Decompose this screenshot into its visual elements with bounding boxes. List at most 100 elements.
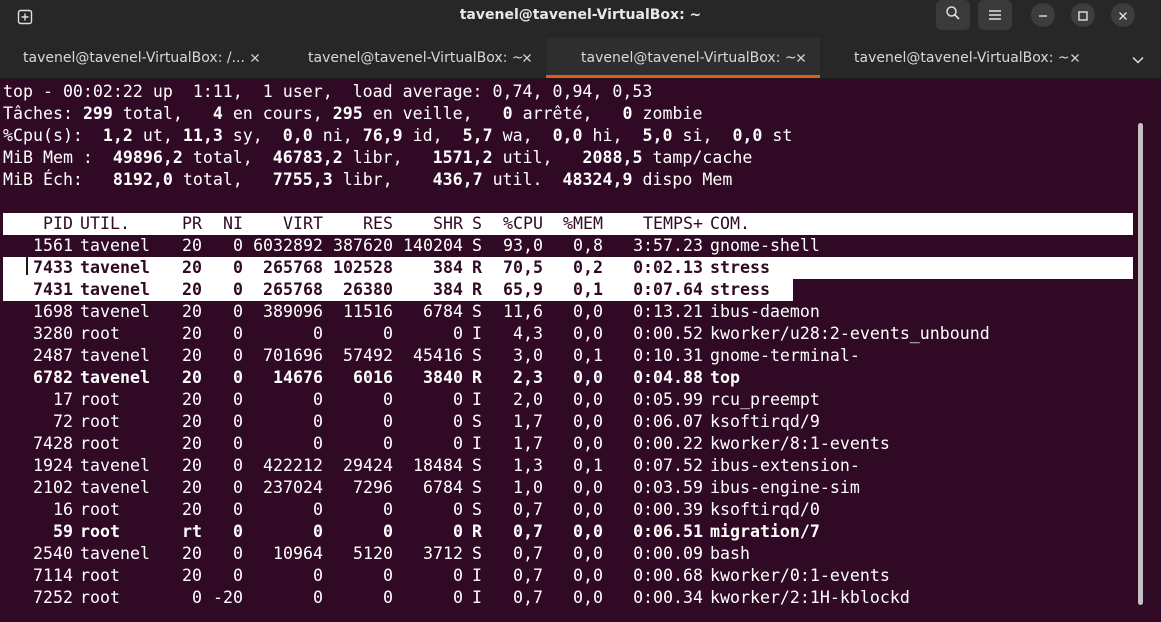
cell-res: 387620	[333, 236, 393, 255]
cell-s: S	[472, 544, 482, 563]
cell-s: S	[472, 236, 482, 255]
cell-cpu: 1,3	[513, 456, 543, 475]
tabs-menu-button[interactable]	[1129, 50, 1147, 66]
column-header-cpu: %CPU	[503, 214, 543, 233]
cell-pr: 20	[182, 566, 202, 585]
close-icon[interactable]	[247, 50, 263, 66]
search-button[interactable]	[936, 0, 970, 30]
cell-virt: 0	[313, 566, 323, 585]
cell-s: I	[472, 434, 482, 453]
table-row[interactable]: 7428 root 20 0 0 0 0 I 1,7 0,0 0:00.22 kworker/8:1-…	[3, 433, 1133, 455]
cell-ni: 0	[233, 346, 243, 365]
cell-time: 0:00.68	[633, 566, 703, 585]
table-row[interactable]: 1698 tavenel 20 0 389096 11516 6784 S 11,6 0,0 0:1…	[3, 301, 1133, 323]
cell-res: 6016	[353, 368, 393, 387]
table-row[interactable]: 7252 root 0 -20 0 0 0 I 0,7 0,0 0:00.34 kworker/2:1…	[3, 587, 1133, 609]
cell-virt: 389096	[263, 302, 323, 321]
cell-time: 0:06.51	[633, 522, 703, 541]
column-header-time: TEMPS+	[643, 214, 703, 233]
table-row[interactable]: 7433 tavenel 20 0 265768 102528 384 R 70,5 0,2 0:0…	[3, 257, 1133, 279]
cell-s: I	[472, 324, 482, 343]
cell-virt: 14676	[273, 368, 323, 387]
cell-ni: 0	[233, 434, 243, 453]
cell-pr: 20	[182, 258, 202, 277]
cell-res: 7296	[353, 478, 393, 497]
new-tab-button[interactable]	[12, 7, 38, 31]
cell-cmd: ibus-engine-sim	[710, 478, 860, 497]
cell-pr: 20	[182, 456, 202, 475]
cell-cpu: 93,0	[503, 236, 543, 255]
cell-user: root	[80, 566, 120, 585]
tasks-line: Tâches: 299 total, 4 en cours, 295 en ve…	[3, 104, 703, 123]
cell-pid: 3280	[33, 324, 73, 343]
table-row[interactable]: 2102 tavenel 20 0 237024 7296 6784 S 1,0 0,0 0:03.…	[3, 477, 1133, 499]
cell-mem: 0,1	[573, 346, 603, 365]
cell-shr: 3840	[423, 368, 463, 387]
cell-user: root	[80, 434, 120, 453]
close-icon[interactable]	[1067, 50, 1083, 66]
cell-pid: 7433	[33, 258, 73, 277]
cell-user: tavenel	[80, 258, 150, 277]
cell-pid: 7428	[33, 434, 73, 453]
cell-s: S	[472, 346, 482, 365]
cell-virt: 701696	[263, 346, 323, 365]
cell-pr: 20	[182, 346, 202, 365]
cell-virt: 237024	[263, 478, 323, 497]
table-row[interactable]: 17 root 20 0 0 0 0 I 2,0 0,0 0:05.99 rcu_preempt	[3, 389, 1133, 411]
cell-shr: 0	[453, 434, 463, 453]
table-row[interactable]: 6782 tavenel 20 0 14676 6016 3840 R 2,3 0,0 0:04.8…	[3, 367, 1133, 389]
cell-time: 0:07.52	[633, 456, 703, 475]
cell-time: 0:13.21	[633, 302, 703, 321]
tab-1[interactable]: tavenel@tavenel-VirtualBox: /...	[0, 38, 273, 78]
cell-ni: 0	[233, 258, 243, 277]
cell-cmd: top	[710, 368, 740, 387]
cell-cmd: stress	[710, 258, 770, 277]
table-row[interactable]: 1924 tavenel 20 0 422212 29424 18484 S 1,3 0,1 0:0…	[3, 455, 1133, 477]
cell-cmd: kworker/u28:2-events_unbound	[710, 324, 990, 343]
cell-time: 0:02.13	[633, 258, 703, 277]
cell-time: 3:57.23	[633, 236, 703, 255]
cell-shr: 0	[453, 588, 463, 607]
cell-cmd: kworker/2:1H-kblockd	[710, 588, 910, 607]
cell-pid: 6782	[33, 368, 73, 387]
cell-shr: 384	[433, 258, 463, 277]
cell-cpu: 1,7	[513, 412, 543, 431]
table-row[interactable]: 7114 root 20 0 0 0 0 I 0,7 0,0 0:00.68 kworker/0:1-…	[3, 565, 1133, 587]
table-row[interactable]: 59 root rt 0 0 0 0 R 0,7 0,0 0:06.51 migration/7	[3, 521, 1133, 543]
table-row[interactable]: 2540 tavenel 20 0 10964 5120 3712 S 0,7 0,0 0:00.0…	[3, 543, 1133, 565]
cell-virt: 265768	[263, 280, 323, 299]
menu-button[interactable]	[978, 0, 1012, 30]
cell-cmd: gnome-terminal-	[710, 346, 860, 365]
chevron-down-icon	[1132, 49, 1144, 68]
cell-shr: 384	[433, 280, 463, 299]
tab-3[interactable]: tavenel@tavenel-VirtualBox: ~	[546, 38, 820, 78]
minimize-button[interactable]	[1031, 3, 1055, 27]
table-row[interactable]: 72 root 20 0 0 0 0 S 1,7 0,0 0:06.07 ksoftirqd/9	[3, 411, 1133, 433]
terminal-view[interactable]: top - 00:02:22 up 1:11, 1 user, load ave…	[0, 79, 1161, 622]
table-row[interactable]: 16 root 20 0 0 0 0 S 0,7 0,0 0:00.39 ksoftirqd/0	[3, 499, 1133, 521]
cell-cmd: ibus-daemon	[710, 302, 820, 321]
cell-cmd: kworker/0:1-events	[710, 566, 890, 585]
close-icon[interactable]	[519, 50, 535, 66]
cell-virt: 6032892	[253, 236, 323, 255]
cell-ni: 0	[233, 280, 243, 299]
scrollbar-thumb[interactable]	[1138, 123, 1143, 605]
cell-shr: 0	[453, 500, 463, 519]
cell-user: root	[80, 522, 120, 541]
cell-mem: 0,0	[573, 368, 603, 387]
close-icon[interactable]	[793, 50, 809, 66]
cell-res: 11516	[343, 302, 393, 321]
table-row[interactable]: 2487 tavenel 20 0 701696 57492 45416 S 3,0 0,1 0:1…	[3, 345, 1133, 367]
tab-label: tavenel@tavenel-VirtualBox: ~	[308, 50, 524, 66]
tab-2[interactable]: tavenel@tavenel-VirtualBox: ~	[273, 38, 546, 78]
maximize-button[interactable]	[1071, 3, 1095, 27]
cell-pid: 16	[53, 500, 73, 519]
close-button[interactable]	[1111, 3, 1135, 27]
cell-virt: 0	[313, 390, 323, 409]
table-row[interactable]: 3280 root 20 0 0 0 0 I 4,3 0,0 0:00.52 kworker/u28:…	[3, 323, 1133, 345]
table-row[interactable]: 1561 tavenel 20 0 6032892 387620 140204 S 93,0 0,…	[3, 235, 1133, 257]
tab-4[interactable]: tavenel@tavenel-VirtualBox: ~	[820, 38, 1100, 78]
table-row[interactable]: 7431 tavenel 20 0 265768 26380 384 R 65,9 0,1 0:07…	[3, 279, 793, 301]
cell-s: R	[472, 522, 482, 541]
cell-ni: 0	[233, 302, 243, 321]
